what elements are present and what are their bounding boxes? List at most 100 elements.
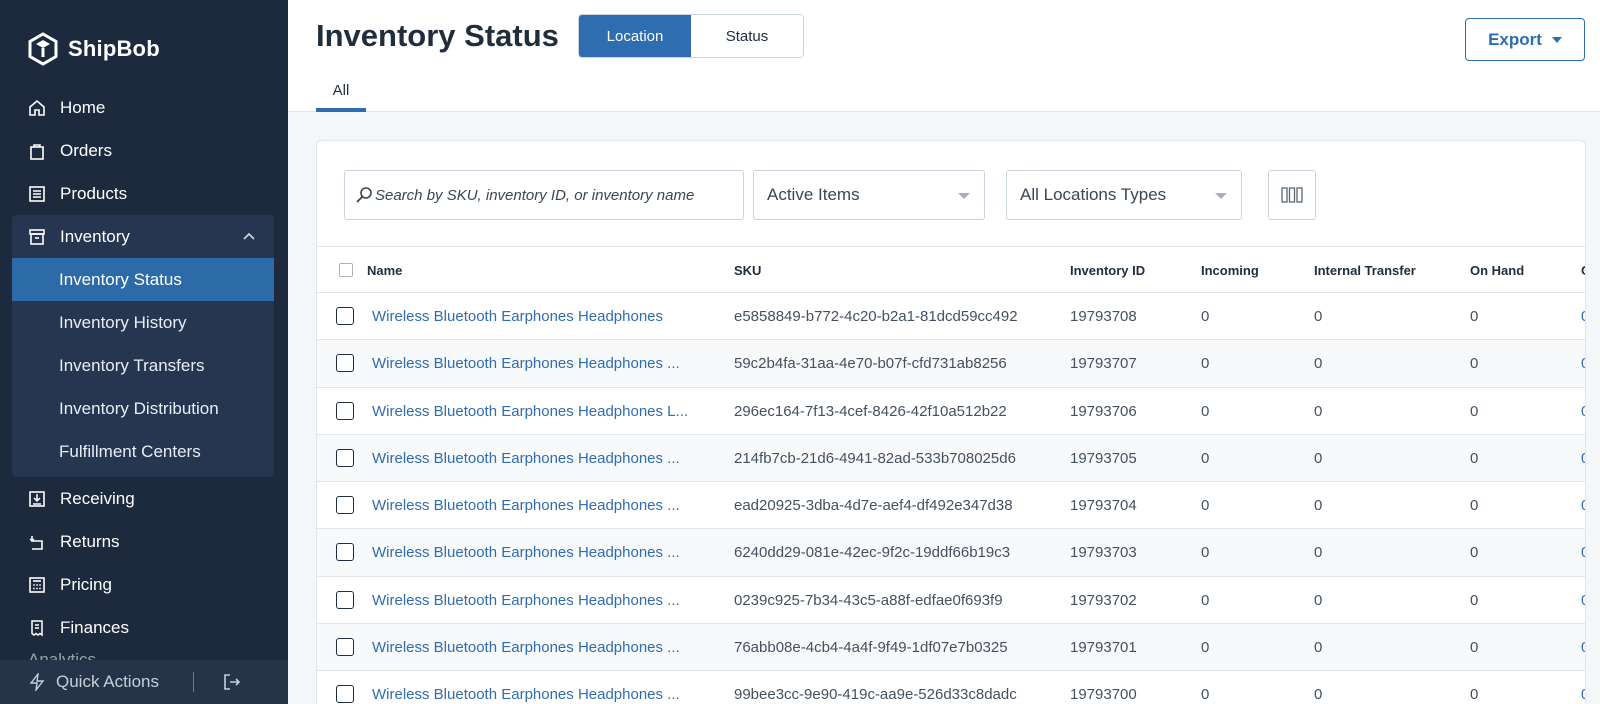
truncated-column-cell[interactable]: 0 — [1581, 450, 1585, 467]
on-hand-cell: 0 — [1470, 402, 1479, 420]
nav-item-label: Finances — [60, 617, 129, 637]
on-hand-cell: 0 — [1470, 497, 1479, 515]
product-name-link[interactable]: Wireless Bluetooth Earphones Headphones … — [372, 686, 680, 703]
quick-actions-button[interactable]: Quick Actions — [56, 672, 159, 692]
nav-item-inventory-history[interactable]: Inventory History — [12, 301, 274, 344]
column-header-sku[interactable]: SKU — [734, 263, 761, 278]
truncated-column-cell[interactable]: 0 — [1581, 497, 1585, 514]
column-header-incoming[interactable]: Incoming — [1201, 263, 1259, 278]
row-checkbox[interactable] — [336, 590, 354, 609]
incoming-cell: 0 — [1201, 355, 1210, 373]
row-checkbox[interactable] — [336, 307, 354, 325]
lightning-icon — [29, 673, 45, 691]
nav-item-inventory[interactable]: Inventory — [12, 215, 274, 258]
table-row[interactable]: Wireless Bluetooth Earphones Headphones … — [317, 482, 1585, 530]
nav-item-returns[interactable]: Returns — [0, 520, 288, 563]
table-row[interactable]: Wireless Bluetooth Earphones Headphones … — [317, 671, 1585, 704]
table-row[interactable]: Wireless Bluetooth Earphones Headphones … — [317, 577, 1585, 625]
product-name-link[interactable]: Wireless Bluetooth Earphones Headphones — [372, 308, 663, 325]
column-header-inventory-id[interactable]: Inventory ID — [1070, 263, 1145, 278]
nav-item-fulfillment-centers[interactable]: Fulfillment Centers — [12, 430, 274, 473]
internal-transfer-cell: 0 — [1314, 308, 1323, 325]
nav-item-label: Products — [60, 183, 128, 203]
internal-transfer-cell: 0 — [1314, 449, 1323, 467]
column-header-on-hand[interactable]: On Hand — [1470, 263, 1524, 278]
nav-item-products[interactable]: Products — [0, 172, 288, 215]
internal-transfer-cell: 0 — [1314, 591, 1323, 609]
nav-item-label: Orders — [60, 140, 112, 160]
on-hand-cell: 0 — [1470, 355, 1479, 373]
truncated-column-cell[interactable]: 0 — [1581, 639, 1585, 656]
incoming-cell: 0 — [1201, 308, 1210, 325]
main-nav: Home Orders Products Inventory Inventory… — [0, 86, 288, 649]
incoming-cell: 0 — [1201, 591, 1210, 609]
product-name-link[interactable]: Wireless Bluetooth Earphones Headphones … — [372, 450, 680, 467]
row-checkbox[interactable] — [336, 401, 354, 420]
truncated-column-cell[interactable]: 0 — [1581, 544, 1585, 561]
brand-logo[interactable]: ShipBob — [28, 32, 160, 66]
nav-item-receiving[interactable]: Receiving — [0, 477, 288, 520]
row-checkbox[interactable] — [336, 638, 354, 657]
product-name-link[interactable]: Wireless Bluetooth Earphones Headphones … — [372, 592, 680, 609]
product-name-link[interactable]: Wireless Bluetooth Earphones Headphones … — [372, 544, 680, 561]
row-checkbox[interactable] — [336, 685, 354, 704]
nav-item-orders[interactable]: Orders — [0, 129, 288, 172]
incoming-cell: 0 — [1201, 639, 1210, 657]
logout-icon[interactable] — [222, 673, 242, 691]
columns-icon — [1281, 187, 1303, 203]
table-row[interactable]: Wireless Bluetooth Earphones Headphones … — [317, 434, 1585, 483]
nav-item-inventory-transfers[interactable]: Inventory Transfers — [12, 344, 274, 387]
divider — [193, 672, 194, 692]
table-row[interactable]: Wireless Bluetooth Earphones Headphones … — [317, 340, 1585, 388]
product-name-link[interactable]: Wireless Bluetooth Earphones Headphones … — [372, 355, 680, 372]
nav-item-finances[interactable]: Finances — [0, 606, 288, 649]
nav-item-inventory-distribution[interactable]: Inventory Distribution — [12, 387, 274, 430]
table-row[interactable]: Wireless Bluetooth Earphones Headphones … — [317, 388, 1585, 435]
locations-filter-select[interactable]: All Locations Types — [1006, 170, 1242, 220]
brand-name: ShipBob — [68, 36, 160, 61]
sku-cell: 76abb08e-4cb4-4a4f-9f49-1df07e7b0325 — [734, 639, 1008, 657]
receive-icon — [28, 490, 46, 508]
column-header-name[interactable]: Name — [367, 263, 402, 278]
truncated-column-cell[interactable]: 0 — [1581, 403, 1585, 420]
row-checkbox[interactable] — [336, 448, 354, 467]
search-input[interactable] — [375, 186, 735, 204]
status-toggle-button[interactable]: Status — [691, 15, 803, 57]
home-icon — [28, 99, 46, 117]
export-button[interactable]: Export — [1465, 18, 1585, 61]
truncated-column-cell[interactable]: 0 — [1581, 308, 1585, 325]
nav-item-inventory-status[interactable]: Inventory Status — [12, 258, 274, 301]
truncated-column-cell[interactable]: 0 — [1581, 686, 1585, 703]
row-checkbox[interactable] — [336, 543, 354, 562]
row-checkbox[interactable] — [336, 496, 354, 515]
page-header: Inventory Status Location Status Export … — [288, 0, 1600, 112]
location-toggle-button[interactable]: Location — [579, 15, 691, 57]
nav-item-home[interactable]: Home — [0, 86, 288, 129]
items-filter-value: Active Items — [767, 185, 860, 204]
product-name-link[interactable]: Wireless Bluetooth Earphones Headphones … — [372, 403, 688, 420]
product-name-link[interactable]: Wireless Bluetooth Earphones Headphones … — [372, 639, 680, 656]
items-filter-select[interactable]: Active Items — [753, 170, 985, 220]
list-icon — [28, 185, 46, 203]
truncated-column-cell[interactable]: 0 — [1581, 355, 1585, 372]
nav-item-pricing[interactable]: Pricing — [0, 563, 288, 606]
table-row[interactable]: Wireless Bluetooth Earphones Headphones e… — [317, 293, 1585, 341]
search-box — [344, 170, 744, 220]
on-hand-cell: 0 — [1470, 449, 1479, 467]
select-all-checkbox[interactable] — [339, 263, 353, 277]
columns-button[interactable] — [1268, 170, 1316, 220]
column-header-truncated[interactable]: C — [1581, 263, 1585, 278]
inventory-id-cell: 19793707 — [1070, 355, 1137, 373]
product-name-link[interactable]: Wireless Bluetooth Earphones Headphones … — [372, 497, 680, 514]
inventory-id-cell: 19793704 — [1070, 497, 1137, 515]
inventory-id-cell: 19793705 — [1070, 449, 1137, 467]
tab-all[interactable]: All — [316, 82, 366, 112]
column-header-internal-transfer[interactable]: Internal Transfer — [1314, 263, 1416, 278]
internal-transfer-cell: 0 — [1314, 686, 1323, 704]
table-row[interactable]: Wireless Bluetooth Earphones Headphones … — [317, 529, 1585, 577]
table-row[interactable]: Wireless Bluetooth Earphones Headphones … — [317, 624, 1585, 672]
truncated-column-cell[interactable]: 0 — [1581, 592, 1585, 609]
row-checkbox[interactable] — [336, 354, 354, 373]
chevron-up-icon[interactable] — [242, 229, 256, 243]
on-hand-cell: 0 — [1470, 544, 1479, 562]
